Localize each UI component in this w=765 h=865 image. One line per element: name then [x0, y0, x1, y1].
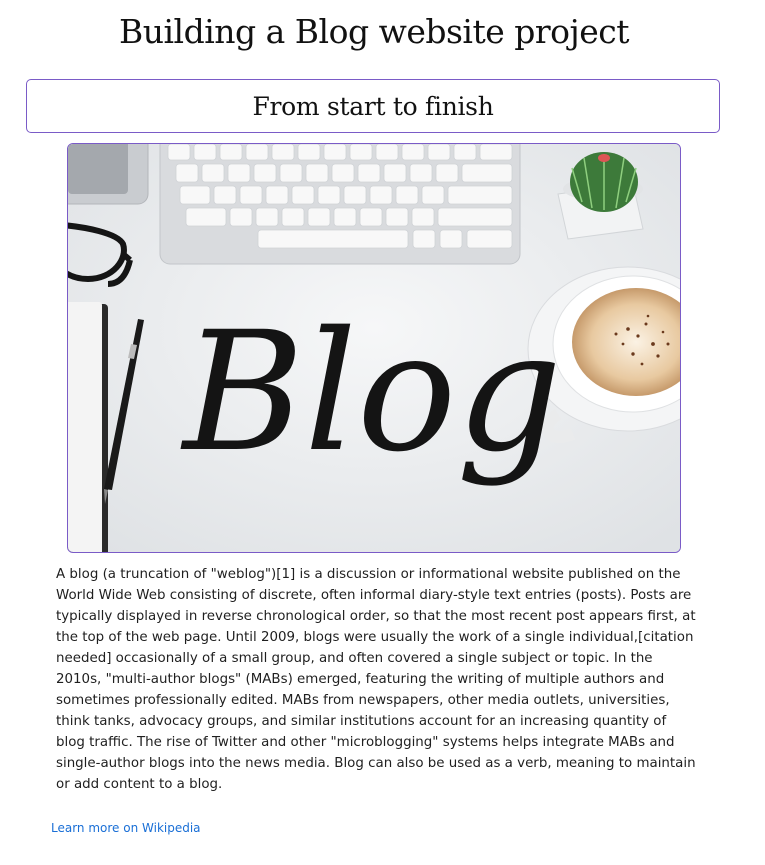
wikipedia-link[interactable]: Learn more on Wikipedia: [51, 821, 201, 835]
notebook-icon: [68, 302, 108, 552]
phone-icon: [68, 144, 149, 205]
keyboard-icon: [159, 144, 521, 265]
hero-image: Blog: [67, 143, 681, 553]
blog-script-text: Blog: [180, 296, 562, 488]
blog-desk-illustration: Blog: [68, 144, 680, 552]
article-body: A blog (a truncation of "weblog")[1] is …: [56, 567, 696, 792]
page-subtitle: From start to finish: [252, 91, 494, 121]
subtitle-banner: From start to finish: [26, 79, 720, 133]
page-title: Building a Blog website project: [118, 12, 630, 51]
